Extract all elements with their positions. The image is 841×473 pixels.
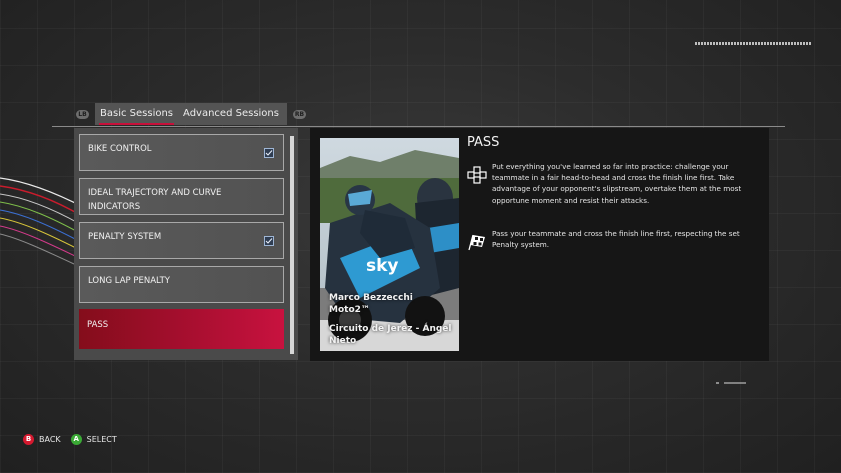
session-item-long-lap-penalty[interactable]: LONG LAP PENALTY	[79, 266, 284, 303]
objective-text: Pass your teammate and cross the finish …	[492, 229, 740, 250]
session-item-label: BIKE CONTROL	[88, 144, 152, 154]
checkered-flag-icon	[468, 234, 485, 251]
select-label: SELECT	[86, 435, 117, 444]
session-item-ideal-trajectory[interactable]: IDEAL TRAJECTORY AND CURVE INDICATORS	[79, 178, 284, 215]
objective-item: Pass your teammate and cross the finish …	[467, 228, 752, 251]
back-button[interactable]: B BACK	[23, 434, 61, 445]
tab-advanced-sessions[interactable]: Advanced Sessions	[183, 103, 279, 125]
lb-bumper-icon[interactable]: LB	[76, 109, 89, 119]
completed-checkbox-icon	[264, 148, 274, 158]
rider-class: Moto2™	[329, 305, 370, 315]
objective-item: Put everything you've learned so far int…	[467, 161, 752, 206]
session-item-pass[interactable]: PASS	[79, 309, 284, 349]
rb-bumper-icon[interactable]: RB	[292, 109, 306, 119]
header-divider	[52, 126, 785, 127]
session-tabs: LB Basic Sessions Advanced Sessions RB	[76, 103, 306, 125]
rider-name: Marco Bezzecchi	[329, 293, 413, 303]
a-button-icon: A	[70, 434, 82, 445]
tab-basic-sessions[interactable]: Basic Sessions	[98, 103, 175, 125]
sponsor-logo: sky	[366, 256, 399, 276]
session-item-penalty-system[interactable]: PENALTY SYSTEM	[79, 222, 284, 259]
list-scrollbar[interactable]	[290, 136, 294, 354]
session-item-label: IDEAL TRAJECTORY AND CURVE INDICATORS	[88, 188, 222, 212]
completed-checkbox-icon	[264, 236, 274, 246]
session-item-label: PENALTY SYSTEM	[88, 232, 162, 242]
b-button-icon: B	[23, 434, 34, 445]
tab-bar: Basic Sessions Advanced Sessions	[95, 103, 287, 125]
session-detail-panel: sky Marco Bezzecchi Moto2™ Circuito de J…	[310, 128, 769, 361]
session-title: PASS	[467, 135, 500, 150]
session-item-label: PASS	[87, 320, 109, 330]
circuit-name: Circuito de Jerez - Ángel Nieto	[329, 324, 452, 346]
rider-photo: sky Marco Bezzecchi Moto2™ Circuito de J…	[320, 138, 459, 351]
back-label: BACK	[39, 435, 61, 444]
select-button[interactable]: A SELECT	[70, 434, 117, 445]
objective-text: Put everything you've learned so far int…	[492, 162, 742, 205]
button-hints: B BACK A SELECT	[23, 434, 117, 445]
bottom-right-decoration	[716, 382, 746, 384]
top-right-decoration	[695, 42, 811, 45]
gamepad-icon	[467, 166, 487, 184]
session-item-label: LONG LAP PENALTY	[88, 276, 170, 286]
session-item-bike-control[interactable]: BIKE CONTROL	[79, 134, 284, 171]
session-list: BIKE CONTROL IDEAL TRAJECTORY AND CURVE …	[74, 128, 298, 360]
